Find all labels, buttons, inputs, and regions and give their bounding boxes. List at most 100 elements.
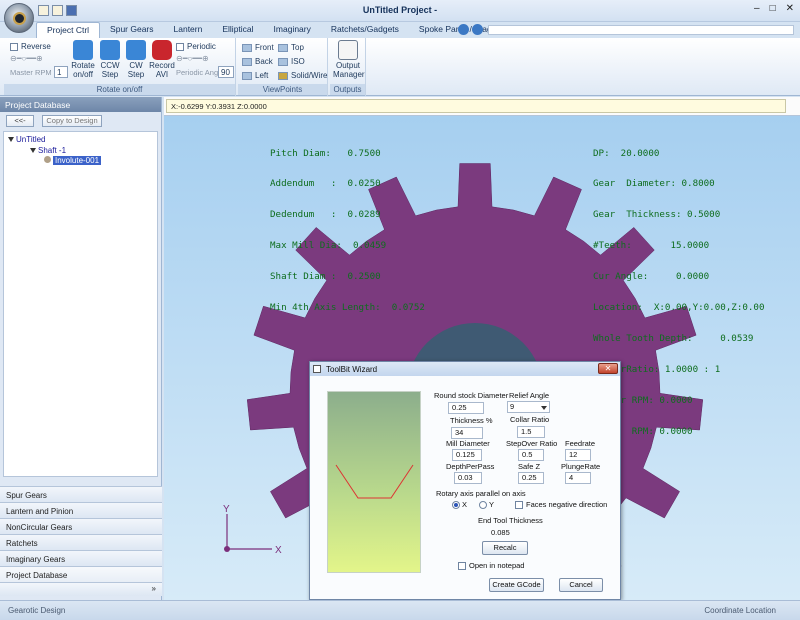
depth-per-pass-label: DepthPerPass bbox=[446, 462, 495, 471]
tab-spur-gears[interactable]: Spur Gears bbox=[100, 22, 163, 38]
radio-axis-y[interactable]: Y bbox=[479, 500, 494, 509]
periodic-checkbox[interactable]: Periodic bbox=[176, 42, 216, 51]
tab-ratchets-gadgets[interactable]: Ratchets/Gadgets bbox=[321, 22, 409, 38]
minimize-icon[interactable]: – bbox=[754, 3, 760, 14]
radio-axis-y-label: Y bbox=[489, 500, 495, 509]
tab-project-ctrl[interactable]: Project Ctrl bbox=[36, 22, 101, 38]
app-logo-icon bbox=[13, 12, 26, 25]
tree-node-shaft-label: Shaft -1 bbox=[38, 146, 67, 155]
view-back-label: Back bbox=[255, 57, 273, 66]
nav-lantern-pinion[interactable]: Lantern and Pinion bbox=[0, 502, 162, 518]
view-back-button[interactable]: Back bbox=[242, 57, 273, 66]
nav-spur-gears[interactable]: Spur Gears bbox=[0, 486, 162, 502]
faces-negative-checkbox-box[interactable] bbox=[515, 500, 523, 509]
radio-axis-y-dot[interactable] bbox=[479, 500, 487, 509]
stepover-ratio-input[interactable]: 0.5 bbox=[518, 449, 544, 461]
view-iso-button[interactable]: ISO bbox=[278, 57, 305, 66]
front-view-icon bbox=[242, 43, 252, 52]
app-menu-button[interactable] bbox=[4, 3, 34, 33]
hud-whole-tooth-depth: Whole Tooth Depth: 0.0539 bbox=[593, 332, 754, 344]
coordinate-readout: X:-0.6299 Y:0.3931 Z:0.0000 bbox=[166, 99, 786, 113]
axis-x-label: X bbox=[275, 545, 282, 556]
cancel-button[interactable]: Cancel bbox=[559, 578, 603, 592]
ccw-step-button[interactable]: CCW Step bbox=[97, 40, 123, 79]
open-notepad-checkbox-box[interactable] bbox=[458, 561, 466, 570]
expand-icon[interactable] bbox=[8, 137, 14, 142]
periodic-ang-input[interactable]: 90 bbox=[218, 66, 234, 78]
periodic-checkbox-box[interactable] bbox=[176, 42, 184, 51]
mill-diameter-input[interactable]: 0.125 bbox=[452, 449, 482, 461]
nav-imaginary-gears[interactable]: Imaginary Gears bbox=[0, 550, 162, 566]
toolbit-profile-graphic bbox=[335, 464, 414, 499]
cw-step-button[interactable]: CW Step bbox=[123, 40, 149, 79]
rotate-button[interactable]: Rotate on/off bbox=[70, 40, 96, 79]
depth-per-pass-input[interactable]: 0.03 bbox=[454, 472, 482, 484]
reverse-checkbox[interactable]: Reverse bbox=[10, 42, 51, 51]
thickness-input[interactable]: 34 bbox=[451, 427, 483, 439]
tab-elliptical[interactable]: Elliptical bbox=[212, 22, 263, 38]
rotate-group-label: Rotate on/off bbox=[4, 84, 235, 95]
arrow-up-icon bbox=[126, 40, 146, 60]
nav-ratchets[interactable]: Ratchets bbox=[0, 534, 162, 550]
view-top-button[interactable]: Top bbox=[278, 43, 304, 52]
record-avi-button[interactable]: Record AVI bbox=[149, 40, 175, 79]
tree-node-shaft[interactable]: Shaft -1 bbox=[30, 146, 66, 155]
hud-dedendum: Dedendum : 0.0289 bbox=[270, 209, 381, 221]
master-rpm-input[interactable]: 1 bbox=[54, 66, 68, 78]
web-icon[interactable] bbox=[458, 24, 469, 35]
safe-z-input[interactable]: 0.25 bbox=[518, 472, 544, 484]
close-icon[interactable]: ✕ bbox=[786, 3, 794, 14]
nav-overflow[interactable]: » bbox=[0, 582, 162, 596]
view-left-label: Left bbox=[255, 71, 269, 80]
hud-max-mill-dia: Max Mill Dia: 0.0459 bbox=[270, 240, 387, 252]
cw-step-label: CW Step bbox=[127, 61, 145, 79]
output-manager-button[interactable]: Output Manager bbox=[333, 40, 365, 79]
radio-axis-x-dot[interactable] bbox=[452, 500, 460, 509]
output-manager-label: Output Manager bbox=[333, 61, 365, 79]
hud-cur-angle: Cur Angle: 0.0000 bbox=[593, 271, 710, 283]
view-left-button[interactable]: Left bbox=[242, 71, 268, 80]
solid-wire-button[interactable]: Solid/Wire bbox=[278, 71, 327, 80]
faces-negative-checkbox[interactable]: Faces negative direction bbox=[515, 500, 607, 509]
left-view-icon bbox=[242, 71, 252, 80]
hud-min-4th-axis: Min 4th Axis Length: 0.0752 bbox=[270, 302, 425, 314]
coordinate-bar: X:-0.6299 Y:0.3931 Z:0.0000 bbox=[164, 97, 800, 116]
nav-noncircular-gears[interactable]: NonCircular Gears bbox=[0, 518, 162, 534]
toolbit-wizard-dialog: ToolBit Wizard ✕ Round stock Diameter 0.… bbox=[309, 361, 621, 600]
plunge-rate-input[interactable]: 4 bbox=[565, 472, 591, 484]
back-button[interactable]: <<- bbox=[6, 115, 34, 127]
maximize-icon[interactable]: □ bbox=[770, 3, 776, 14]
ribbon-search-bar[interactable] bbox=[488, 25, 794, 35]
round-stock-input[interactable]: 0.25 bbox=[448, 402, 484, 414]
reverse-checkbox-box[interactable] bbox=[10, 42, 18, 51]
tab-lantern[interactable]: Lantern bbox=[164, 22, 213, 38]
master-rpm-slider[interactable]: ⊖━○━━⊕ bbox=[10, 54, 43, 63]
chevron-double-right-icon[interactable]: » bbox=[152, 584, 156, 593]
tree-node-root[interactable]: UnTitled bbox=[8, 135, 46, 144]
dialog-title-bar[interactable]: ToolBit Wizard ✕ bbox=[310, 362, 620, 376]
create-gcode-button[interactable]: Create GCode bbox=[489, 578, 544, 592]
back-view-icon bbox=[242, 57, 252, 66]
recalc-button[interactable]: Recalc bbox=[482, 541, 528, 555]
open-notepad-checkbox[interactable]: Open in notepad bbox=[458, 561, 524, 570]
ccw-step-label: CCW Step bbox=[100, 61, 120, 79]
view-front-button[interactable]: Front bbox=[242, 43, 274, 52]
tab-imaginary[interactable]: Imaginary bbox=[264, 22, 321, 38]
radio-axis-x[interactable]: X bbox=[452, 500, 467, 509]
help-icon[interactable] bbox=[472, 24, 483, 35]
radio-axis-x-label: X bbox=[462, 500, 468, 509]
expand-icon[interactable] bbox=[30, 148, 36, 153]
copy-to-design-button[interactable]: Copy to Design bbox=[42, 115, 102, 127]
relief-angle-select[interactable]: 9 bbox=[507, 401, 550, 413]
collar-ratio-input[interactable]: 1.5 bbox=[517, 426, 545, 438]
record-avi-label: Record AVI bbox=[149, 61, 175, 79]
nav-project-database[interactable]: Project Database bbox=[0, 566, 162, 582]
toolbit-preview bbox=[327, 391, 421, 573]
rotate-group: Reverse ⊖━○━━⊕ Master RPM 1 Rotate on/of… bbox=[4, 38, 236, 96]
feedrate-input[interactable]: 12 bbox=[565, 449, 591, 461]
hud-pitch-diam: Pitch Diam: 0.7500 bbox=[270, 147, 381, 159]
tree-node-involute[interactable]: Involute-001 bbox=[44, 156, 102, 165]
periodic-slider[interactable]: ⊖━○━━⊕ bbox=[176, 54, 209, 63]
dialog-close-button[interactable]: ✕ bbox=[598, 363, 618, 374]
status-coordinate-location: Coordinate Location bbox=[704, 606, 776, 615]
